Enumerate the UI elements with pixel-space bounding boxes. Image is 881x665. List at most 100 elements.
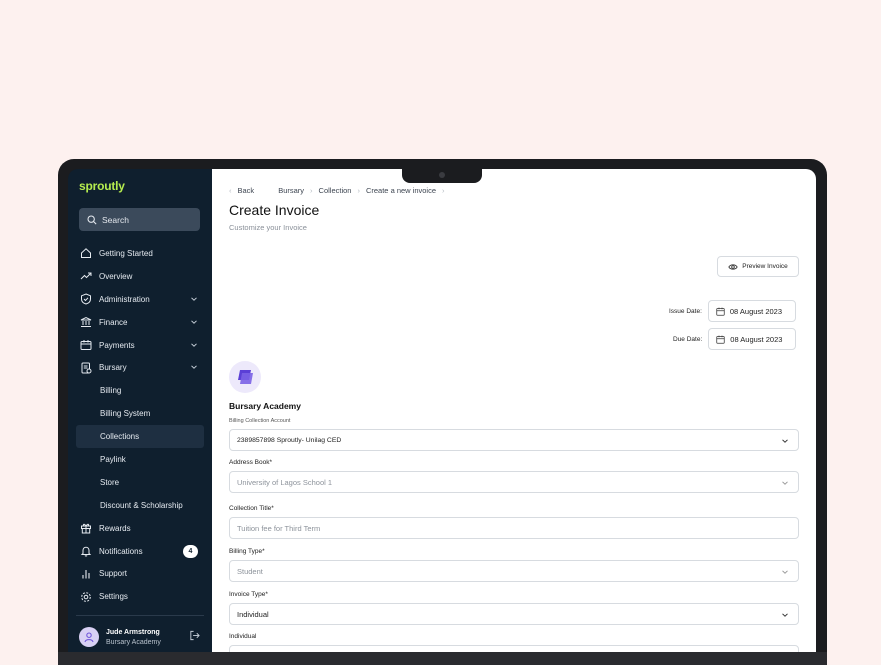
chevron-down-icon: [782, 613, 788, 617]
sidebar-item-label: Payments: [99, 340, 135, 350]
breadcrumb-create-invoice: Create a new invoice: [365, 186, 437, 195]
sidebar-item-payments[interactable]: Payments: [76, 334, 204, 357]
sidebar-item-label: Bursary: [99, 363, 127, 373]
sidebar-item-label: Discount & Scholarship: [100, 500, 183, 510]
bank-icon: [80, 317, 92, 328]
chevron-down-icon: [191, 343, 197, 347]
camera-icon: [439, 172, 445, 178]
page-title: Create Invoice: [229, 202, 320, 218]
sidebar-item-label: Finance: [99, 317, 128, 327]
gift-icon: [81, 523, 91, 534]
sidebar: sproutly Search Getting Started Overview…: [68, 169, 212, 652]
address-book-label: Address Book*: [229, 459, 272, 466]
due-date-label: Due Date:: [673, 335, 703, 343]
sidebar-item-label: Store: [100, 477, 120, 487]
app-logo: sproutly: [79, 179, 125, 193]
sidebar-item-getting-started[interactable]: Getting Started: [76, 242, 204, 265]
sidebar-item-billing-system[interactable]: Billing System: [76, 402, 204, 425]
screen: sproutly Search Getting Started Overview…: [68, 169, 816, 652]
bell-icon: [80, 546, 92, 557]
user-profile[interactable]: Jude Armstrong Bursary Academy: [79, 627, 161, 647]
org-logo: [229, 361, 261, 393]
sidebar-item-discount-scholarship[interactable]: Discount & Scholarship: [76, 494, 204, 517]
individual-label: Individual: [229, 633, 257, 640]
billing-account-select[interactable]: 2389857898 Sproutly- Unilag CED: [229, 429, 799, 451]
sidebar-item-administration[interactable]: Administration: [76, 288, 204, 311]
sidebar-item-label: Billing: [100, 386, 122, 396]
breadcrumb-collection[interactable]: Collection: [319, 186, 352, 195]
search-icon: [87, 214, 97, 225]
calendar-icon: [716, 335, 725, 344]
preview-invoice-button[interactable]: Preview Invoice: [717, 256, 799, 277]
back-link[interactable]: Back: [238, 186, 255, 195]
issue-date-picker[interactable]: 08 August 2023: [707, 300, 796, 322]
sidebar-item-rewards[interactable]: Rewards: [76, 517, 204, 540]
sidebar-item-label: Support: [99, 569, 128, 579]
receipt-icon: [81, 362, 92, 374]
org-name: Bursary Academy: [229, 401, 301, 411]
sidebar-item-label: Notifications: [99, 546, 143, 556]
chevron-right-icon: ›: [442, 186, 445, 195]
sidebar-item-label: Billing System: [100, 409, 151, 419]
chevron-right-icon: ›: [310, 186, 313, 195]
sidebar-item-paylink[interactable]: Paylink: [76, 448, 204, 471]
address-book-select[interactable]: University of Lagos School 1: [229, 471, 799, 493]
wallet-icon: [80, 340, 92, 350]
sidebar-item-notifications[interactable]: Notifications 4: [76, 540, 204, 563]
billing-type-label: Billing Type*: [229, 548, 265, 555]
billing-account-value: 2389857898 Sproutly- Unilag CED: [237, 436, 342, 444]
laptop-frame: sproutly Search Getting Started Overview…: [58, 159, 827, 665]
breadcrumb: ‹ Back Bursary › Collection › Create a n…: [229, 186, 451, 195]
page-subtitle: Customize your Invoice: [229, 223, 307, 232]
individual-select[interactable]: [229, 645, 799, 652]
sidebar-item-store[interactable]: Store: [76, 471, 204, 494]
billing-type-value: Student: [237, 566, 263, 576]
due-date-picker[interactable]: 08 August 2023: [708, 328, 797, 350]
user-icon: [84, 632, 94, 643]
billing-type-select[interactable]: Student: [229, 560, 799, 582]
laptop-base: [58, 652, 827, 665]
address-book-value: University of Lagos School 1: [237, 477, 333, 487]
sidebar-divider: [76, 615, 204, 616]
issue-date-value: 08 August 2023: [729, 306, 783, 316]
sidebar-item-finance[interactable]: Finance: [76, 311, 204, 334]
sidebar-item-settings[interactable]: Settings: [76, 585, 204, 608]
logout-icon[interactable]: [189, 630, 200, 641]
sidebar-item-billing[interactable]: Billing: [76, 379, 204, 402]
search-label: Search: [102, 214, 129, 225]
calendar-icon: [716, 307, 725, 316]
sidebar-item-bursary[interactable]: Bursary: [76, 356, 204, 379]
collection-title-input[interactable]: Tuition fee for Third Term: [229, 517, 799, 539]
chevron-down-icon: [191, 320, 197, 324]
eye-icon: [728, 263, 738, 270]
invoice-type-select[interactable]: Individual: [229, 603, 799, 625]
main-content: ‹ Back Bursary › Collection › Create a n…: [212, 169, 816, 652]
chevron-down-icon: [782, 570, 788, 574]
home-icon: [81, 248, 91, 259]
chevron-left-icon: ‹: [229, 186, 232, 195]
sidebar-item-collections[interactable]: Collections: [76, 425, 204, 449]
sidebar-item-label: Rewards: [99, 523, 131, 533]
user-name: Jude Armstrong: [106, 628, 160, 636]
chart-icon: [82, 569, 90, 579]
sidebar-item-label: Getting Started: [99, 248, 153, 258]
collection-title-label: Collection Title*: [229, 505, 274, 512]
sidebar-nav: Getting Started Overview Administration …: [76, 242, 204, 608]
invoice-type-label: Invoice Type*: [229, 591, 268, 598]
sidebar-item-label: Overview: [99, 271, 133, 281]
trend-icon: [80, 272, 92, 280]
search-input[interactable]: Search: [79, 208, 200, 231]
due-date-value: 08 August 2023: [730, 334, 783, 344]
sidebar-item-label: Paylink: [100, 454, 126, 464]
sidebar-item-overview[interactable]: Overview: [76, 265, 204, 288]
invoice-type-value: Individual: [237, 609, 269, 619]
issue-date-label: Issue Date:: [669, 307, 702, 315]
breadcrumb-bursary[interactable]: Bursary: [278, 186, 304, 195]
sidebar-item-label: Collections: [100, 432, 140, 442]
chevron-down-icon: [191, 297, 197, 301]
sidebar-item-label: Settings: [99, 592, 128, 602]
sidebar-item-support[interactable]: Support: [76, 562, 204, 585]
user-org: Bursary Academy: [106, 638, 161, 646]
avatar: [79, 627, 99, 647]
org-logo-icon: [238, 370, 253, 384]
